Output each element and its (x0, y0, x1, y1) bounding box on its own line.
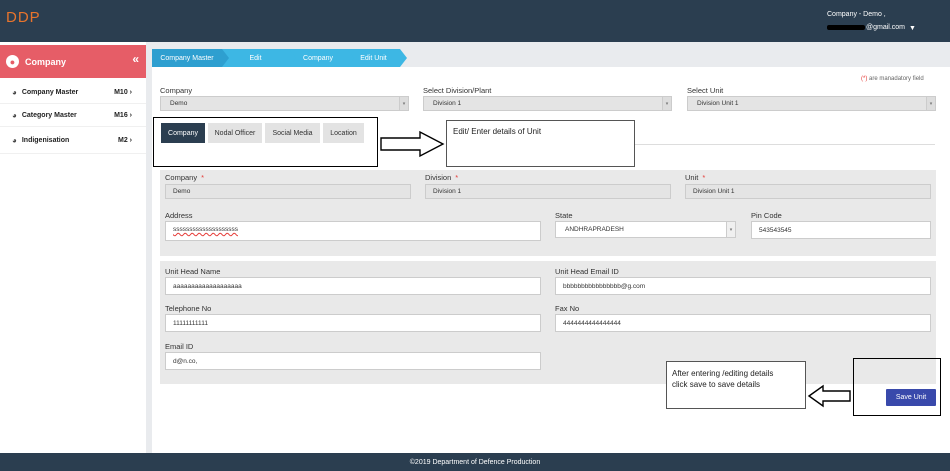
sidebar-item-indigenisation[interactable]: ◕ Indigenisation M2 › (0, 127, 146, 154)
save-annotation-box (853, 358, 941, 416)
sidebar-header: ● Company « (0, 45, 146, 78)
form-company-field: Demo (165, 184, 411, 199)
unit-head-label: Unit Head Name (165, 267, 221, 276)
arrow-left-icon (807, 384, 851, 408)
company-select-label: Company (160, 86, 193, 95)
sidebar: ● Company « ◕ Company Master M10 › ◕ Cat… (0, 42, 146, 453)
email-input[interactable]: d@n.co, (165, 352, 541, 370)
sidebar-item-code: M16 › (114, 111, 132, 119)
unit-head-email-input[interactable]: bbbbbbbbbbbbbbbb@g.com (555, 277, 931, 295)
sidebar-item-label: Category Master (21, 111, 77, 119)
mandatory-note: (*) are manadatory field (861, 76, 924, 82)
state-select[interactable]: ANDHRAPRADESH ▾ (555, 221, 736, 238)
email-label: Email ID (165, 342, 194, 351)
top-bar: DDP Company - Demo , @gmail.com ▼ (0, 0, 950, 42)
tab-location[interactable]: Location (323, 123, 364, 143)
tab-social-media[interactable]: Social Media (265, 123, 320, 143)
arrow-right-icon (380, 130, 445, 158)
company-select[interactable]: Demo ▾ (160, 96, 409, 111)
sidebar-title: Company (25, 56, 67, 67)
sidebar-item-company-master[interactable]: ◕ Company Master M10 › (0, 81, 146, 104)
tab-company[interactable]: Company (161, 123, 205, 143)
pincode-label: Pin Code (751, 211, 782, 220)
sidebar-item-label: Company Master (21, 88, 79, 96)
user-icon: ● (6, 55, 19, 68)
fax-label: Fax No (555, 304, 580, 313)
save-unit-button[interactable]: Save Unit (886, 389, 936, 406)
state-label: State (555, 211, 573, 220)
division-select-label: Select Division/Plant (423, 86, 492, 95)
sidebar-item-code: M10 › (114, 88, 132, 96)
redacted-text (827, 24, 865, 30)
form-division-field: Division 1 (425, 184, 671, 199)
division-select[interactable]: Division 1 ▾ (423, 96, 672, 111)
breadcrumb-company-master[interactable]: Company Master (152, 49, 229, 67)
chevron-down-icon: ▾ (926, 97, 935, 110)
form-unit-label: Unit * (685, 173, 706, 182)
user-email-suffix: @gmail.com (866, 24, 906, 31)
unit-head-input[interactable]: aaaaaaaaaaaaaaaaaaa (165, 277, 541, 295)
sidebar-item-code: M2 › (117, 136, 132, 144)
address-label: Address (165, 211, 193, 220)
caret-down-icon[interactable]: ▼ (909, 25, 916, 32)
user-company: Company - Demo , (827, 11, 886, 18)
breadcrumb-edit-unit[interactable]: Edit Unit (347, 49, 407, 67)
chevron-down-icon: ▾ (726, 222, 735, 237)
unit-select-label: Select Unit (687, 86, 724, 95)
telephone-label: Telephone No (165, 304, 212, 313)
chevron-down-icon: ▾ (662, 97, 671, 110)
chevron-down-icon: ▾ (399, 97, 408, 110)
save-instructions-callout: After entering /editing details click sa… (666, 361, 806, 409)
unit-head-email-label: Unit Head Email ID (555, 267, 619, 276)
sidebar-item-label: Indigenisation (21, 136, 70, 144)
form-unit-field: Division Unit 1 (685, 184, 931, 199)
unit-details-section (160, 170, 936, 256)
tabs-divider (635, 144, 935, 145)
user-email[interactable]: @gmail.com (827, 24, 905, 31)
app-logo[interactable]: DDP (6, 9, 41, 26)
telephone-input[interactable]: 11111111111 (165, 314, 541, 332)
dashboard-icon: ◕ (12, 110, 17, 120)
breadcrumb-company[interactable]: Company (289, 49, 354, 67)
breadcrumb-edit[interactable]: Edit (222, 49, 296, 67)
form-company-label: Company * (165, 173, 205, 182)
form-division-label: Division * (425, 173, 459, 182)
footer: ©2019 Department of Defence Production (0, 453, 950, 471)
unit-select[interactable]: Division Unit 1 ▾ (687, 96, 936, 111)
address-textarea[interactable]: ssssssssssssssssssss (165, 221, 541, 241)
sidebar-item-category-master[interactable]: ◕ Category Master M16 › (0, 104, 146, 127)
tab-nodal-officer[interactable]: Nodal Officer (208, 123, 262, 143)
collapse-icon[interactable]: « (132, 52, 139, 66)
fax-input[interactable]: 4444444444444444 (555, 314, 931, 332)
dashboard-icon: ◕ (12, 135, 17, 145)
dashboard-icon: ◕ (12, 87, 17, 97)
pincode-input[interactable]: 543543545 (751, 221, 931, 239)
edit-details-callout: Edit/ Enter details of Unit (446, 120, 635, 167)
breadcrumb: Company Master Edit Company Edit Unit (152, 49, 407, 67)
